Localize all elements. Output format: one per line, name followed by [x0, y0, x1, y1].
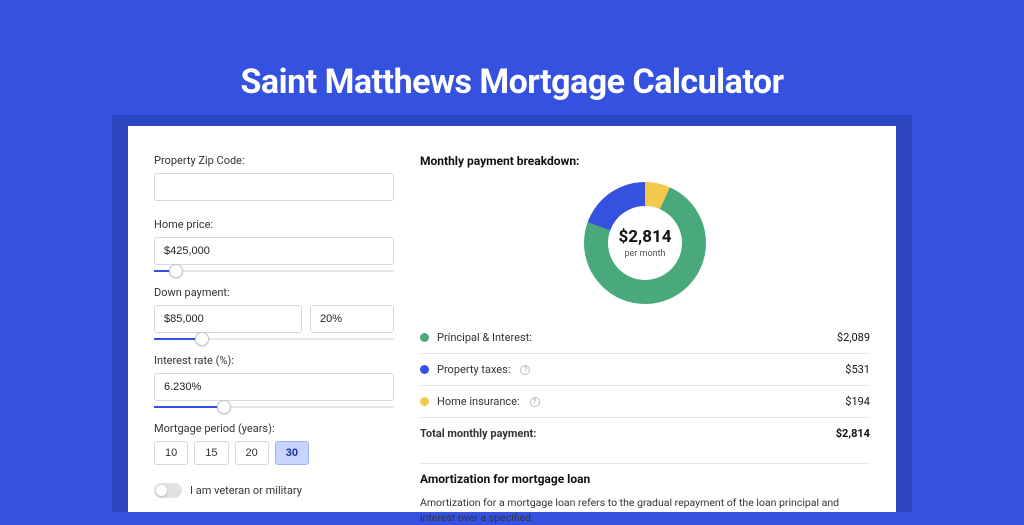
info-icon[interactable]: ? — [520, 365, 530, 375]
section-divider — [420, 463, 870, 464]
legend-label: Principal & Interest: — [437, 331, 532, 344]
interest-rate-label: Interest rate (%): — [154, 354, 394, 367]
mortgage-period-field: Mortgage period (years): 10 15 20 30 — [154, 422, 394, 465]
legend-value: $531 — [845, 363, 870, 376]
donut-center: $2,814 per month — [608, 206, 682, 280]
down-payment-slider[interactable] — [154, 338, 394, 340]
home-price-input[interactable] — [154, 237, 394, 265]
slider-thumb-icon[interactable] — [169, 264, 183, 278]
payment-donut-chart: $2,814 per month — [584, 182, 706, 304]
zip-label: Property Zip Code: — [154, 154, 394, 167]
home-price-label: Home price: — [154, 218, 394, 231]
calculator-card: Property Zip Code: Home price: Down paym… — [128, 126, 896, 512]
legend-row-taxes: Property taxes: ? $531 — [420, 356, 870, 383]
slider-thumb-icon[interactable] — [195, 332, 209, 346]
divider — [420, 353, 870, 354]
donut-period: per month — [624, 249, 665, 259]
interest-rate-slider[interactable] — [154, 406, 394, 408]
amortization-title: Amortization for mortgage loan — [420, 472, 870, 486]
legend: Principal & Interest: $2,089 Property ta… — [420, 324, 870, 447]
home-price-field: Home price: — [154, 218, 394, 265]
down-payment-label: Down payment: — [154, 286, 394, 299]
breakdown-column: Monthly payment breakdown: $2,814 per mo… — [420, 154, 870, 512]
legend-dot-icon — [420, 333, 429, 342]
period-option-30[interactable]: 30 — [275, 441, 309, 465]
legend-label: Home insurance: — [437, 395, 520, 408]
interest-rate-field: Interest rate (%): — [154, 354, 394, 401]
form-column: Property Zip Code: Home price: Down paym… — [154, 154, 394, 512]
divider — [420, 385, 870, 386]
home-price-slider[interactable] — [154, 270, 394, 272]
legend-row-principal: Principal & Interest: $2,089 — [420, 324, 870, 351]
period-option-15[interactable]: 15 — [194, 441, 228, 465]
legend-row-insurance: Home insurance: ? $194 — [420, 388, 870, 415]
toggle-knob-icon — [156, 485, 167, 496]
legend-total-label: Total monthly payment: — [420, 427, 536, 440]
legend-dot-icon — [420, 397, 429, 406]
zip-input[interactable] — [154, 173, 394, 201]
legend-total-value: $2,814 — [836, 427, 870, 440]
legend-dot-icon — [420, 365, 429, 374]
down-payment-field: Down payment: — [154, 286, 394, 333]
info-icon[interactable]: ? — [530, 397, 540, 407]
legend-value: $194 — [845, 395, 870, 408]
zip-field: Property Zip Code: — [154, 154, 394, 201]
divider — [420, 417, 870, 418]
legend-label: Property taxes: — [437, 363, 510, 376]
donut-amount: $2,814 — [619, 227, 672, 247]
legend-value: $2,089 — [837, 331, 870, 344]
page-title: Saint Matthews Mortgage Calculator — [0, 0, 1024, 102]
mortgage-period-options: 10 15 20 30 — [154, 441, 394, 465]
period-option-10[interactable]: 10 — [154, 441, 188, 465]
mortgage-period-label: Mortgage period (years): — [154, 422, 394, 435]
interest-rate-input[interactable] — [154, 373, 394, 401]
legend-row-total: Total monthly payment: $2,814 — [420, 420, 870, 447]
breakdown-title: Monthly payment breakdown: — [420, 154, 870, 168]
veteran-row: I am veteran or military — [154, 483, 394, 498]
donut-wrap: $2,814 per month — [420, 182, 870, 304]
veteran-label: I am veteran or military — [190, 484, 302, 497]
period-option-20[interactable]: 20 — [235, 441, 269, 465]
slider-thumb-icon[interactable] — [217, 400, 231, 414]
amortization-text: Amortization for a mortgage loan refers … — [420, 496, 870, 525]
down-payment-percent-input[interactable] — [310, 305, 394, 333]
veteran-toggle[interactable] — [154, 483, 182, 498]
down-payment-input[interactable] — [154, 305, 302, 333]
